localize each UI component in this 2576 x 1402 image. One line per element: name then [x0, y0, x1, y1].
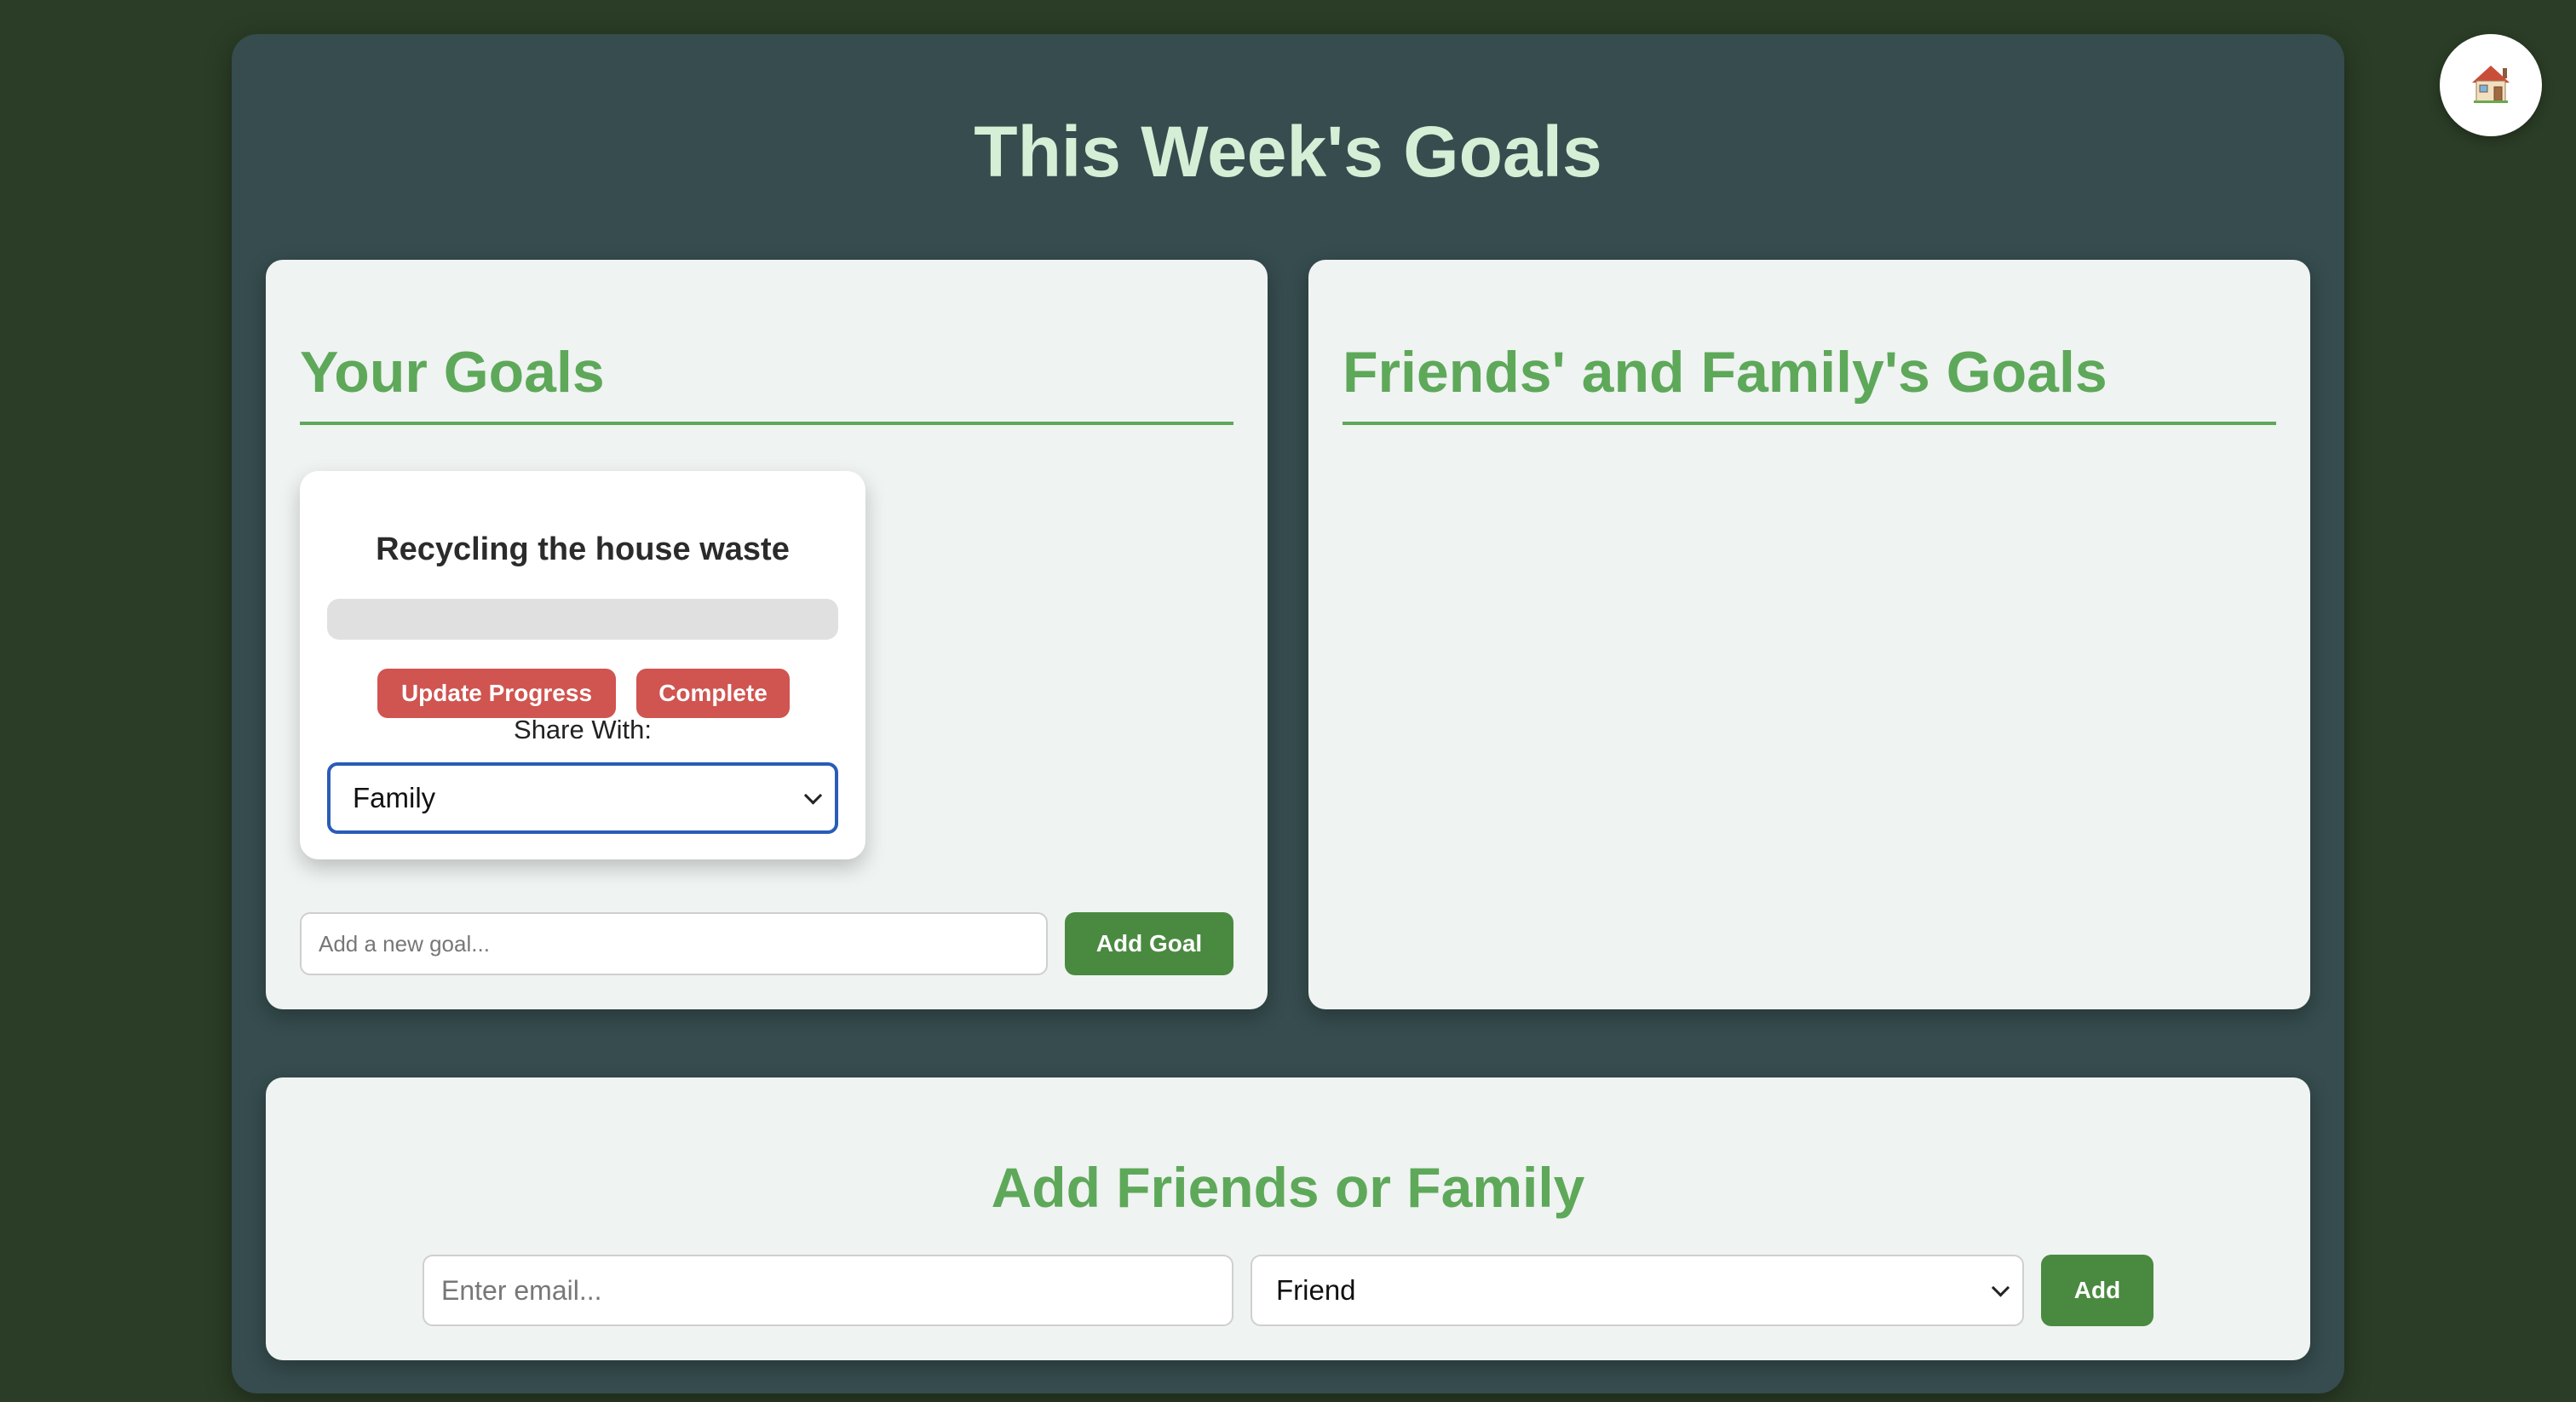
chevron-down-icon — [803, 786, 823, 805]
add-friends-card: Add Friends or Family Friend Add — [266, 1077, 2310, 1360]
share-with-value: Family — [353, 782, 436, 813]
new-goal-input[interactable] — [300, 912, 1048, 975]
goal-progress-bar — [327, 599, 838, 640]
home-button[interactable] — [2440, 34, 2542, 136]
relation-value: Friend — [1276, 1274, 1356, 1306]
email-input[interactable] — [423, 1255, 1233, 1326]
friends-goals-card: Friends' and Family's Goals — [1308, 260, 2310, 1009]
chevron-down-icon — [1991, 1278, 2010, 1297]
goal-card: Recycling the house waste Update Progres… — [300, 471, 865, 859]
goal-title: Recycling the house waste — [376, 531, 790, 567]
share-with-select[interactable]: Family — [327, 762, 838, 834]
add-friend-button[interactable]: Add — [2041, 1255, 2153, 1326]
your-goals-card: Your Goals Recycling the house waste Upd… — [266, 260, 1268, 1009]
friends-goals-heading: Friends' and Family's Goals — [1343, 338, 2276, 425]
share-with-label: Share With: — [514, 715, 652, 744]
update-progress-button[interactable]: Update Progress — [377, 669, 616, 718]
house-icon — [2472, 66, 2510, 103]
add-goal-button[interactable]: Add Goal — [1065, 912, 1233, 975]
your-goals-heading: Your Goals — [300, 338, 1233, 425]
page-title: This Week's Goals — [974, 112, 1602, 192]
add-friends-heading: Add Friends or Family — [991, 1156, 1585, 1219]
complete-button[interactable]: Complete — [636, 669, 790, 718]
relation-select[interactable]: Friend — [1251, 1255, 2024, 1326]
